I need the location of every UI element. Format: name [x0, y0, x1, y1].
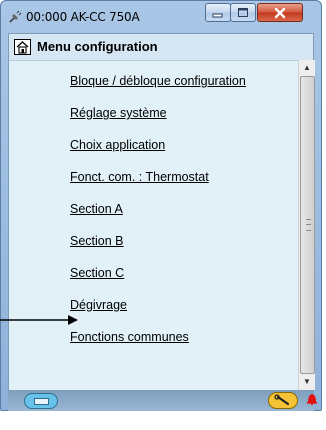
menu-item-choix-application[interactable]: Choix application: [70, 138, 165, 152]
menu-header: Menu configuration: [9, 34, 313, 61]
minimize-icon: [212, 13, 223, 17]
scroll-up-button[interactable]: ▲: [299, 60, 315, 76]
menu-title: Menu configuration: [37, 39, 158, 54]
menu-item-degivrage[interactable]: Dégivrage: [70, 298, 127, 312]
minimize-button[interactable]: [205, 3, 231, 22]
maximize-button[interactable]: [230, 3, 256, 22]
menu-item-bloque-configuration[interactable]: Bloque / débloque configuration: [70, 74, 246, 88]
scroll-down-button[interactable]: ▼: [299, 374, 315, 390]
menu-item-section-a[interactable]: Section A: [70, 202, 123, 216]
menu-panel: Menu configuration Bloque / débloque con…: [8, 33, 315, 391]
menu-item-section-c[interactable]: Section C: [70, 266, 124, 280]
wrench-icon[interactable]: [268, 392, 298, 409]
menu-item-fonctions-communes[interactable]: Fonctions communes: [70, 330, 189, 344]
plug-icon: [9, 10, 22, 23]
vertical-scrollbar[interactable]: ▲ ▼: [298, 60, 315, 390]
window-title: 00:000 AK-CC 750A: [26, 10, 140, 24]
title-bar[interactable]: 00:000 AK-CC 750A: [1, 1, 321, 33]
home-icon[interactable]: [14, 39, 31, 55]
menu-item-thermostat[interactable]: Fonct. com. : Thermostat: [70, 170, 209, 184]
device-icon[interactable]: [24, 393, 58, 409]
menu-item-reglage-systeme[interactable]: Réglage système: [70, 106, 167, 120]
close-button[interactable]: [257, 3, 303, 22]
status-bar: [8, 391, 317, 411]
scroll-thumb[interactable]: [300, 76, 315, 374]
close-icon: [274, 7, 286, 18]
grip-icon: [306, 219, 311, 231]
maximize-icon: [238, 8, 248, 17]
menu-item-section-b[interactable]: Section B: [70, 234, 124, 248]
alarm-bell-icon[interactable]: [306, 391, 318, 405]
app-window: 00:000 AK-CC 750A Menu configuration Blo…: [0, 0, 322, 411]
arrow-right-icon: [0, 315, 78, 325]
